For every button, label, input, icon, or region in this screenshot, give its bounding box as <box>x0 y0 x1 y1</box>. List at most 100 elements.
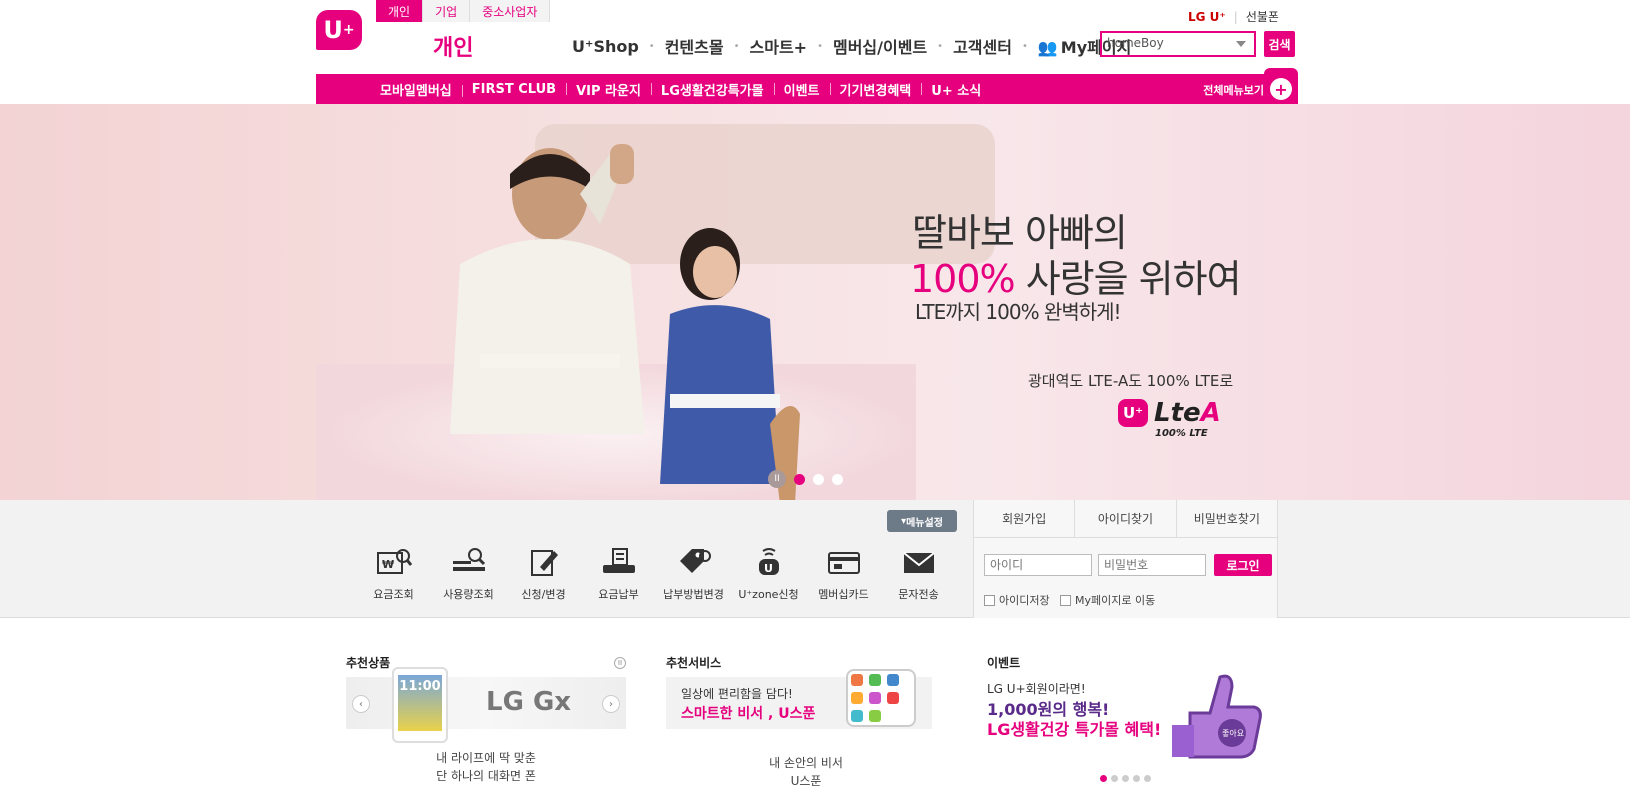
login-button[interactable]: 로그인 <box>1214 554 1272 576</box>
password-input[interactable] <box>1098 554 1206 576</box>
nav-membership[interactable]: 멤버십/이벤트 <box>823 34 937 58</box>
quick-item-label: 사용량조회 <box>443 588 494 601</box>
nav-contents[interactable]: 컨텐츠몰 <box>655 34 734 58</box>
menu-setting-label: 메뉴설정 <box>906 517 943 529</box>
segment-tab-personal[interactable]: 개인 <box>376 0 424 22</box>
lgu-link[interactable]: LG U⁺ <box>1188 10 1226 24</box>
nav-smart[interactable]: 스마트+ <box>740 34 818 58</box>
event-dot[interactable] <box>1100 775 1107 782</box>
lte-a-logo: U⁺ LteA <box>1118 398 1221 428</box>
quick-item-membership-card[interactable]: 멤버십카드 <box>806 546 881 602</box>
wifi-icon: U <box>751 546 787 578</box>
caption-line: U스푼 <box>790 774 822 788</box>
hero-banner[interactable]: 딸바보 아빠의 100% 사랑을 위하여 LTE까지 100% 완벽하게! 광대… <box>0 104 1630 500</box>
card-icon <box>826 546 862 578</box>
edit-icon <box>526 546 562 578</box>
chevron-down-icon[interactable] <box>1236 41 1246 47</box>
pause-icon[interactable]: II <box>768 470 786 488</box>
subnav-item[interactable]: VIP 라운지 <box>566 80 651 99</box>
pause-icon[interactable]: II <box>614 657 626 669</box>
subnav-item[interactable]: 이벤트 <box>773 80 830 99</box>
caption-line: 단 하나의 대화면 폰 <box>436 769 536 783</box>
event-line-3: LG생활건강 특가몰 혜택! <box>987 720 1162 739</box>
bill-icon: ₩ <box>376 546 412 578</box>
quick-item-paymethod[interactable]: 납부방법변경 <box>656 546 731 602</box>
quick-item-label: 납부방법변경 <box>663 588 724 601</box>
subnav-item[interactable]: U+ 소식 <box>921 80 991 99</box>
divider: | <box>1233 9 1238 24</box>
phone-screen: 11:00 <box>398 675 442 731</box>
lte-word: Lte <box>1154 398 1201 428</box>
rec-service-caption[interactable]: 내 손안의 비서 U스푼 <box>746 754 866 790</box>
search-input[interactable]: homeBoy <box>1100 31 1256 57</box>
prev-arrow-icon[interactable]: ‹ <box>352 695 370 713</box>
hero-percent: 100% <box>910 257 1016 301</box>
segment-tabs: 개인 기업 중소사업자 <box>376 0 551 22</box>
lte-100-text: 100% LTE <box>1155 428 1208 439</box>
checkbox-icon <box>1060 594 1071 606</box>
nav-customer[interactable]: 고객센터 <box>943 34 1022 58</box>
save-id-checkbox[interactable]: 아이디저장 <box>984 592 1050 608</box>
tablet-image <box>846 669 916 727</box>
rec-product-title: 추천상품 <box>346 656 391 670</box>
caption-line: 내 라이프에 딱 맞춘 <box>436 751 536 765</box>
rec-product-banner[interactable]: ‹ 11:00 LG Gx › <box>346 667 626 743</box>
next-arrow-icon[interactable]: › <box>602 695 620 713</box>
quick-item-usage[interactable]: 사용량조회 <box>431 546 506 602</box>
uplus-mini-logo: U⁺ <box>1118 399 1148 427</box>
usage-icon <box>451 546 487 578</box>
quick-item-uzone[interactable]: U U⁺zone신청 <box>731 546 806 602</box>
find-password-tab[interactable]: 비밀번호찾기 <box>1177 500 1277 537</box>
all-menu-link[interactable]: 전체메뉴보기 <box>1203 82 1264 98</box>
prepaid-link[interactable]: 선불폰 <box>1246 8 1279 25</box>
slider-controls: II <box>768 470 843 488</box>
caption-line: 내 손안의 비서 <box>769 756 843 770</box>
like-text: 좋아요 <box>1222 728 1244 738</box>
search-value: homeBoy <box>1107 36 1164 50</box>
quick-item-bill[interactable]: ₩ 요금조회 <box>356 546 431 602</box>
phone-image: 11:00 <box>392 667 448 743</box>
event-dot[interactable] <box>1133 775 1140 782</box>
menu-setting-button[interactable]: ▾ 메뉴설정 <box>887 510 957 532</box>
quick-item-label: 멤버십카드 <box>818 588 869 601</box>
search-button[interactable]: 검색 <box>1264 31 1295 57</box>
subnav-item[interactable]: LG생활건강특가몰 <box>650 80 774 99</box>
quick-item-payment[interactable]: 요금납부 <box>581 546 656 602</box>
find-id-tab[interactable]: 아이디찾기 <box>1075 500 1177 537</box>
lte-text: LteA <box>1154 398 1221 428</box>
event-dot[interactable] <box>1144 775 1151 782</box>
slide-dot-3[interactable] <box>832 473 843 485</box>
thumbs-up-icon[interactable]: 좋아요 <box>1170 673 1262 761</box>
quick-item-label: 신청/변경 <box>521 588 566 601</box>
quick-item-apply[interactable]: 신청/변경 <box>506 546 581 602</box>
payment-icon <box>601 546 637 578</box>
subnav-item[interactable]: 기기변경혜택 <box>829 80 922 99</box>
id-input[interactable] <box>984 554 1092 576</box>
slide-dot-1[interactable] <box>794 473 805 485</box>
signup-tab[interactable]: 회원가입 <box>974 500 1076 537</box>
rec-service-banner[interactable]: 일상에 편리함을 담다! 스마트한 비서 , U스푼 <box>666 669 932 729</box>
checkbox-icon <box>984 594 995 606</box>
segment-tab-smb[interactable]: 중소사업자 <box>470 0 551 22</box>
tag-icon <box>676 546 712 578</box>
uplus-logo[interactable]: U + <box>316 10 362 50</box>
login-box: 회원가입 아이디찾기 비밀번호찾기 로그인 아이디저장 My페이지로 이동 <box>973 500 1278 618</box>
father-image <box>450 144 645 434</box>
nav-ushop[interactable]: U⁺Shop <box>562 37 649 56</box>
quick-item-sms[interactable]: 문자전송 <box>881 546 956 602</box>
rec-product-caption[interactable]: 내 라이프에 딱 맞춘 단 하나의 대화면 폰 <box>416 749 556 785</box>
event-dot[interactable] <box>1111 775 1118 782</box>
hero-headline-2: 100% 사랑을 위하여 <box>910 248 1242 303</box>
segment-tab-business[interactable]: 기업 <box>423 0 471 22</box>
event-title: 이벤트 <box>987 656 1021 670</box>
go-mypage-checkbox[interactable]: My페이지로 이동 <box>1060 592 1155 608</box>
subnav-item[interactable]: FIRST CLUB <box>461 82 566 97</box>
quick-item-label: 요금조회 <box>373 588 414 601</box>
event-dots <box>1100 775 1151 782</box>
hero-headline-2-rest: 사랑을 위하여 <box>1014 257 1242 301</box>
subnav-item[interactable]: 모바일멤버십 <box>370 80 462 99</box>
section-title: 개인 <box>433 36 474 61</box>
event-dot[interactable] <box>1122 775 1129 782</box>
event-line-1: LG U+회원이라면! <box>987 682 1086 696</box>
slide-dot-2[interactable] <box>813 473 824 485</box>
